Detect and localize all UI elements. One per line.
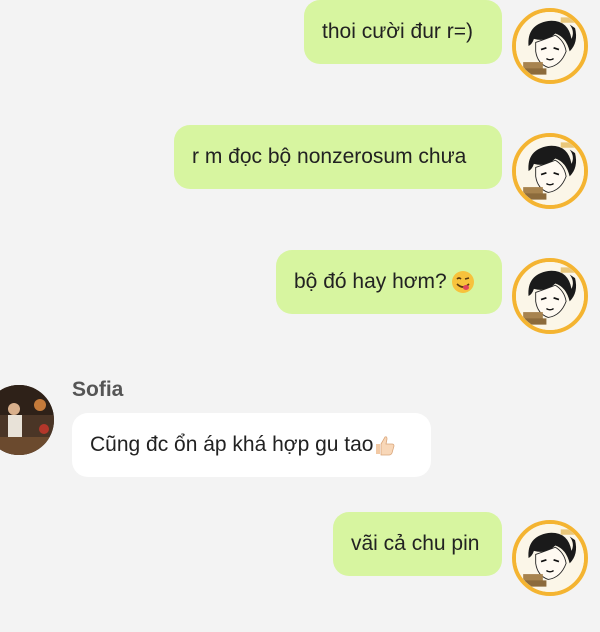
manga-avatar-icon bbox=[516, 262, 584, 330]
message-text: Cũng đc ổn áp khá hợp gu tao bbox=[90, 433, 374, 456]
message-bubble-outgoing[interactable]: vãi cả chu pin bbox=[333, 512, 502, 576]
message-text: vãi cả chu pin bbox=[351, 532, 480, 555]
message-bubble-outgoing[interactable]: bộ đó hay hơm? bbox=[276, 250, 502, 314]
manga-avatar-icon bbox=[516, 524, 584, 592]
sender-name: Sofia bbox=[72, 378, 124, 401]
message-bubble-outgoing[interactable]: r m đọc bộ nonzerosum chưa bbox=[174, 125, 502, 189]
avatar[interactable] bbox=[0, 385, 54, 455]
avatar[interactable] bbox=[512, 8, 588, 84]
manga-avatar-icon bbox=[516, 137, 584, 205]
thumbs-up-icon bbox=[373, 433, 397, 457]
face-savoring-food-icon bbox=[451, 270, 475, 294]
manga-avatar-icon bbox=[516, 12, 584, 80]
message-bubble-incoming[interactable]: Cũng đc ổn áp khá hợp gu tao bbox=[72, 413, 431, 477]
message-text: thoi cười đur r=) bbox=[322, 20, 473, 43]
message-text: r m đọc bộ nonzerosum chưa bbox=[192, 145, 467, 168]
avatar[interactable] bbox=[512, 133, 588, 209]
avatar[interactable] bbox=[512, 520, 588, 596]
avatar[interactable] bbox=[512, 258, 588, 334]
message-bubble-outgoing[interactable]: thoi cười đur r=) bbox=[304, 0, 502, 64]
message-text: bộ đó hay hơm? bbox=[294, 270, 447, 293]
photo-avatar-icon bbox=[0, 385, 54, 455]
